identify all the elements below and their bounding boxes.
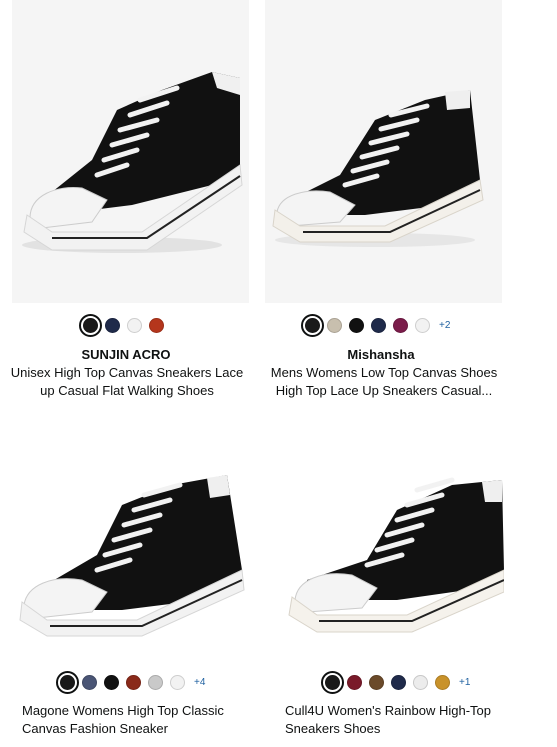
- black-high-top-sneaker-image: [272, 90, 484, 247]
- product-image[interactable]: [12, 440, 249, 660]
- color-swatch-burgundy[interactable]: [393, 318, 408, 333]
- product-title-line[interactable]: Cull4U Women's Rainbow High-Top: [285, 702, 525, 720]
- black-high-top-sneaker-image: [22, 72, 243, 253]
- product-card[interactable]: +2 Mishansha Mens Womens Low Top Canvas …: [255, 0, 507, 398]
- black-high-top-sneaker-image: [288, 477, 504, 633]
- product-title[interactable]: Cull4U Women's Rainbow High-Top Sneakers…: [259, 702, 525, 738]
- product-title-line[interactable]: up Casual Flat Walking Shoes: [2, 382, 252, 400]
- color-swatch-burgundy[interactable]: [347, 675, 362, 690]
- product-title[interactable]: Magone Womens High Top Classic Canvas Fa…: [4, 702, 262, 738]
- color-swatches: +1: [321, 671, 470, 694]
- color-swatch-black[interactable]: [56, 671, 79, 694]
- product-title-line[interactable]: Sneakers Shoes: [285, 720, 525, 738]
- color-swatches: [79, 314, 164, 337]
- color-swatch-beige[interactable]: [327, 318, 342, 333]
- more-colors-link[interactable]: +1: [459, 677, 470, 688]
- color-swatch-black[interactable]: [301, 314, 324, 337]
- color-swatch-red[interactable]: [149, 318, 164, 333]
- color-swatch-white[interactable]: [413, 675, 428, 690]
- color-swatch-navy[interactable]: [105, 318, 120, 333]
- color-swatch-slate[interactable]: [82, 675, 97, 690]
- product-card[interactable]: +1 Cull4U Women's Rainbow High-Top Sneak…: [255, 440, 507, 736]
- more-colors-link[interactable]: +2: [439, 320, 450, 331]
- product-image[interactable]: [265, 0, 502, 303]
- color-swatch-mustard[interactable]: [435, 675, 450, 690]
- product-image[interactable]: [12, 0, 249, 303]
- product-brand: Mishansha: [347, 347, 415, 362]
- product-title-line[interactable]: Canvas Fashion Sneaker: [22, 720, 262, 738]
- black-high-top-sneaker-image: [19, 475, 245, 637]
- color-swatch-gray[interactable]: [148, 675, 163, 690]
- product-title-line[interactable]: Mens Womens Low Top Canvas Shoes: [259, 364, 509, 382]
- color-swatch-black[interactable]: [104, 675, 119, 690]
- product-image[interactable]: [267, 440, 504, 660]
- color-swatch-white[interactable]: [127, 318, 142, 333]
- color-swatch-rust[interactable]: [126, 675, 141, 690]
- product-title[interactable]: Unisex High Top Canvas Sneakers Lace up …: [2, 364, 252, 400]
- color-swatch-navy[interactable]: [371, 318, 386, 333]
- product-card[interactable]: +4 Magone Womens High Top Classic Canvas…: [0, 440, 252, 736]
- color-swatch-white[interactable]: [170, 675, 185, 690]
- color-swatch-brown[interactable]: [369, 675, 384, 690]
- color-swatches: +4: [56, 671, 205, 694]
- color-swatch-black[interactable]: [79, 314, 102, 337]
- color-swatches: +2: [301, 314, 450, 337]
- product-card[interactable]: SUNJIN ACRO Unisex High Top Canvas Sneak…: [0, 0, 252, 398]
- product-brand: SUNJIN ACRO: [81, 347, 171, 362]
- product-title-line[interactable]: Unisex High Top Canvas Sneakers Lace: [2, 364, 252, 382]
- more-colors-link[interactable]: +4: [194, 677, 205, 688]
- color-swatch-white[interactable]: [415, 318, 430, 333]
- color-swatch-black[interactable]: [349, 318, 364, 333]
- color-swatch-black[interactable]: [321, 671, 344, 694]
- product-title-line[interactable]: High Top Lace Up Sneakers Casual...: [259, 382, 509, 400]
- color-swatch-navy[interactable]: [391, 675, 406, 690]
- product-title[interactable]: Mens Womens Low Top Canvas Shoes High To…: [259, 364, 509, 400]
- product-title-line[interactable]: Magone Womens High Top Classic: [22, 702, 262, 720]
